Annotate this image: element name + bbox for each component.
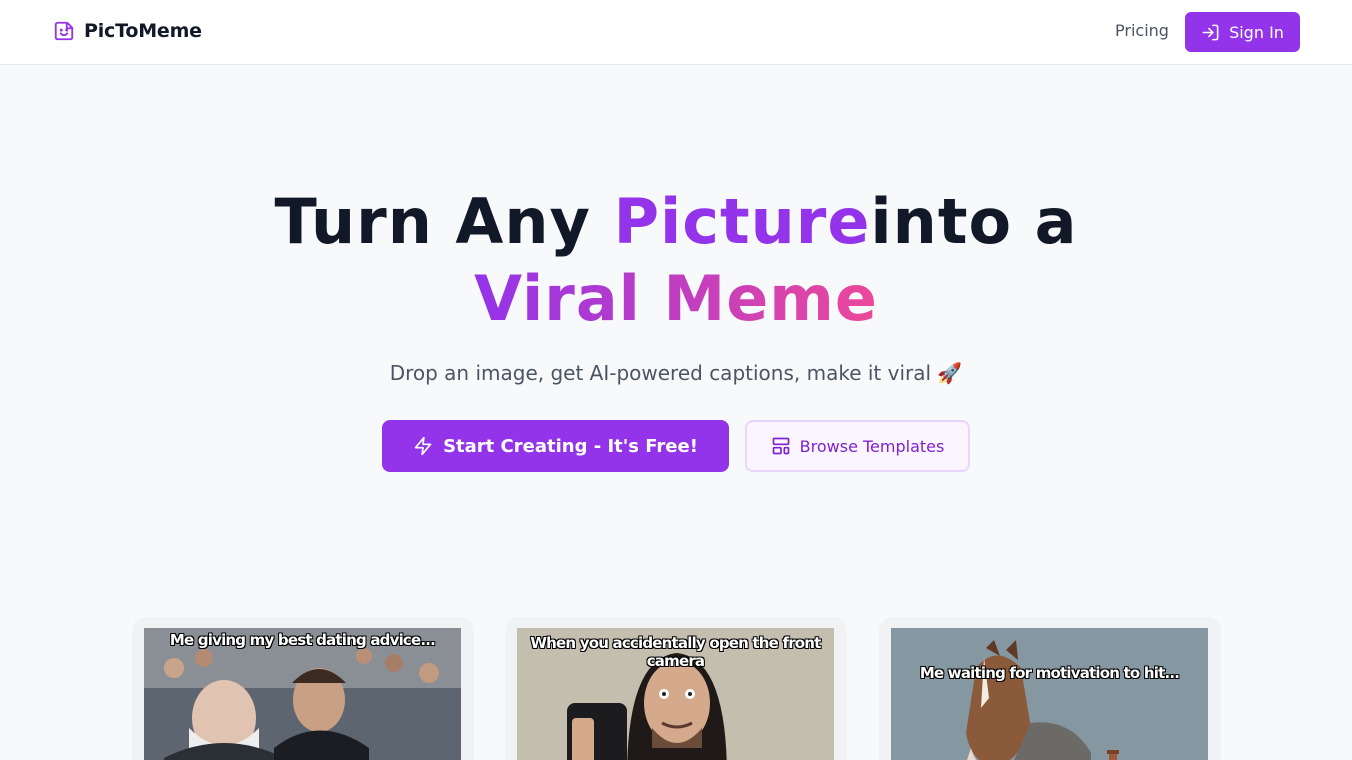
meme-caption: Me giving my best dating advice... (169, 631, 436, 649)
meme-caption: When you accidentally open the front cam… (530, 634, 821, 670)
zap-icon (414, 436, 432, 456)
sticker-smile-icon (53, 20, 75, 42)
meme-card[interactable]: Me waiting for motivation to hit... (879, 617, 1221, 760)
start-creating-button[interactable]: Start Creating - It's Free! (382, 420, 729, 472)
start-creating-label: Start Creating - It's Free! (443, 435, 698, 457)
meme-image: Me waiting for motivation to hit... (891, 628, 1208, 760)
hero-title-part2: into a (870, 185, 1078, 258)
browse-templates-button[interactable]: Browse Templates (745, 420, 970, 472)
top-navbar: PicToMeme Pricing Sign In (0, 0, 1352, 65)
nav-link-pricing[interactable]: Pricing (1115, 21, 1169, 40)
sign-in-button[interactable]: Sign In (1185, 12, 1300, 52)
sign-in-label: Sign In (1229, 22, 1284, 42)
layout-template-icon (772, 437, 789, 455)
meme-caption: Me waiting for motivation to hit... (919, 664, 1180, 682)
hero-title: Turn Any Pictureinto a Viral Meme (0, 183, 1352, 337)
hero-title-line2: Viral Meme (474, 262, 878, 335)
meme-card[interactable]: When you accidentally open the front cam… (505, 617, 847, 760)
browse-templates-label: Browse Templates (799, 436, 945, 456)
log-in-icon (1202, 24, 1219, 40)
meme-image: Me giving my best dating advice... (144, 628, 461, 760)
meme-image: When you accidentally open the front cam… (517, 628, 834, 760)
hero-title-part1: Turn Any (274, 185, 614, 258)
cta-row: Start Creating - It's Free! Browse Templ… (382, 420, 970, 472)
hero-title-highlight: Picture (613, 185, 871, 258)
brand-logo[interactable]: PicToMeme (53, 20, 202, 42)
brand-name: PicToMeme (84, 20, 202, 42)
meme-card[interactable]: Me giving my best dating advice... (132, 617, 474, 760)
hero-subtitle: Drop an image, get AI-powered captions, … (389, 361, 963, 385)
